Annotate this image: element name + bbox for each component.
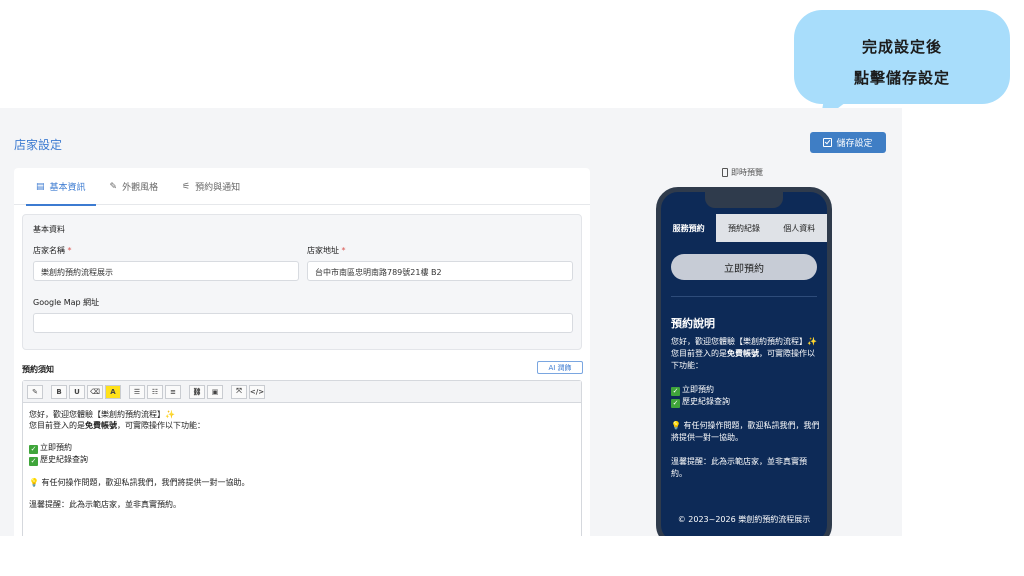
settings-card: ▤ 基本資訊 ✎ 外觀風格 ⚟ 預約與通知 基本資料 店家名稱 * 樂創約預約流… bbox=[14, 168, 590, 536]
preview-greeting: 您好，歡迎您體驗【樂創約預約流程】✨ bbox=[671, 337, 817, 346]
preview-footer: © 2023~2026 樂創約預約流程展示 bbox=[677, 515, 811, 524]
document-icon: ▤ bbox=[36, 181, 45, 192]
preview-tab-profile[interactable]: 個人資料 bbox=[772, 214, 827, 242]
sliders-icon: ⚟ bbox=[182, 181, 191, 192]
tab-appearance[interactable]: ✎ 外觀風格 bbox=[98, 168, 171, 205]
notice-title: 預約須知 bbox=[22, 365, 54, 374]
underline-icon[interactable]: U bbox=[69, 384, 85, 399]
editor-toolbar: ✎ B U ⌫ A ☰ ☷ ≡ ⛓ ▣ ⤧ </> bbox=[23, 381, 581, 403]
lightbulb-icon: 💡 bbox=[671, 421, 681, 430]
phone-notch bbox=[705, 192, 783, 208]
app-window: 店家設定 儲存設定 ▤ 基本資訊 ✎ 外觀風格 ⚟ 預約與通知 基本資料 店家名… bbox=[0, 108, 902, 536]
help-line: 💡 有任何操作問題，歡迎私訊我們，我們將提供一對一協助。 bbox=[29, 478, 250, 487]
phone-preview: 服務預約 預約紀錄 個人資料 立即預約 預約說明 您好，歡迎您體驗【樂創約預約流… bbox=[656, 187, 832, 536]
preview-tab-records[interactable]: 預約紀錄 bbox=[716, 214, 771, 242]
preview-divider bbox=[671, 296, 817, 297]
page-title: 店家設定 bbox=[14, 138, 63, 152]
preview-feature-item: ✓ 立即預約 bbox=[671, 385, 714, 396]
check-icon: ✓ bbox=[29, 457, 38, 466]
callout-line-2: 點擊儲存設定 bbox=[853, 69, 950, 87]
greeting-line: 您好，歡迎您體驗【樂創約預約流程】✨ bbox=[29, 410, 175, 419]
bullet-list-icon[interactable]: ☰ bbox=[129, 384, 145, 399]
image-icon[interactable]: ▣ bbox=[207, 384, 223, 399]
login-line: 您目前登入的是免費帳號，可實際操作以下功能： bbox=[29, 421, 205, 430]
address-label: 店家地址 * bbox=[307, 246, 346, 255]
tab-basic-info[interactable]: ▤ 基本資訊 bbox=[24, 168, 98, 206]
save-button-label: 儲存設定 bbox=[836, 139, 873, 149]
highlight-icon[interactable]: A bbox=[105, 384, 121, 399]
ordered-list-icon[interactable]: ☷ bbox=[147, 384, 163, 399]
tab-booking-notify[interactable]: ⚟ 預約與通知 bbox=[170, 168, 252, 205]
bold-icon[interactable]: B bbox=[51, 384, 67, 399]
ai-polish-button[interactable]: AI 潤飾 bbox=[537, 361, 583, 374]
code-icon[interactable]: </> bbox=[249, 384, 265, 399]
store-name-input[interactable]: 樂創約預約流程展示 bbox=[33, 261, 299, 281]
check-icon: ✓ bbox=[671, 387, 680, 396]
preview-tab-bar: 服務預約 預約紀錄 個人資料 bbox=[661, 214, 827, 242]
preview-reminder: 溫馨提醒：此為示範店家，並非真實預約。 bbox=[671, 457, 807, 478]
check-icon: ✓ bbox=[671, 399, 680, 408]
feature-item: ✓ 歷史紀錄查詢 bbox=[29, 455, 88, 466]
feature-item: ✓ 立即預約 bbox=[29, 443, 72, 454]
magic-icon[interactable]: ✎ bbox=[27, 384, 43, 399]
tab-label: 外觀風格 bbox=[122, 183, 159, 193]
address-input[interactable]: 台中市南區忠明南路789號21樓 B2 bbox=[307, 261, 573, 281]
rich-text-editor[interactable]: ✎ B U ⌫ A ☰ ☷ ≡ ⛓ ▣ ⤧ </> 您好，歡迎您體驗【樂創約預約… bbox=[22, 380, 582, 536]
preview-info-title: 預約說明 bbox=[671, 317, 715, 330]
preview-login-line: 您目前登入的是免費帳號，可實際操作以下功能： bbox=[671, 349, 815, 370]
editor-content[interactable]: 您好，歡迎您體驗【樂創約預約流程】✨ 您目前登入的是免費帳號，可實際操作以下功能… bbox=[23, 403, 581, 516]
section-title: 基本資料 bbox=[33, 225, 65, 234]
align-icon[interactable]: ≡ bbox=[165, 384, 181, 399]
eraser-icon[interactable]: ⌫ bbox=[87, 384, 103, 399]
check-icon: ✓ bbox=[29, 445, 38, 454]
preview-tab-service[interactable]: 服務預約 bbox=[661, 214, 717, 242]
tab-label: 基本資訊 bbox=[49, 183, 86, 193]
callout-bubble: 完成設定後 點擊儲存設定 bbox=[794, 10, 1010, 129]
live-preview-label: 即時預覽 bbox=[722, 167, 763, 178]
tab-bar: ▤ 基本資訊 ✎ 外觀風格 ⚟ 預約與通知 bbox=[14, 168, 590, 206]
save-check-icon bbox=[823, 138, 833, 147]
fullscreen-icon[interactable]: ⤧ bbox=[231, 384, 247, 399]
preview-help: 💡 有任何操作問題，歡迎私訊我們，我們將提供一對一協助。 bbox=[671, 421, 820, 442]
reminder-line: 溫馨提醒：此為示範店家，並非真實預約。 bbox=[29, 500, 181, 509]
lightbulb-icon: 💡 bbox=[29, 478, 39, 487]
preview-info: 預約說明 您好，歡迎您體驗【樂創約預約流程】✨ 您目前登入的是免費帳號，可實際操… bbox=[671, 318, 821, 480]
pen-icon: ✎ bbox=[109, 181, 118, 192]
store-name-label: 店家名稱 * bbox=[33, 246, 72, 255]
map-url-input[interactable] bbox=[33, 313, 573, 333]
preview-feature-item: ✓ 歷史紀錄查詢 bbox=[671, 397, 730, 408]
tab-label: 預約與通知 bbox=[195, 183, 241, 193]
map-url-label: Google Map 網址 bbox=[33, 298, 100, 307]
basic-info-section: 基本資料 店家名稱 * 樂創約預約流程展示 店家地址 * 台中市南區忠明南路78… bbox=[22, 214, 582, 350]
phone-icon bbox=[722, 168, 728, 177]
preview-book-button[interactable]: 立即預約 bbox=[671, 254, 817, 280]
link-icon[interactable]: ⛓ bbox=[189, 384, 205, 399]
save-button[interactable]: 儲存設定 bbox=[810, 132, 886, 153]
callout-line-1: 完成設定後 bbox=[861, 38, 942, 56]
